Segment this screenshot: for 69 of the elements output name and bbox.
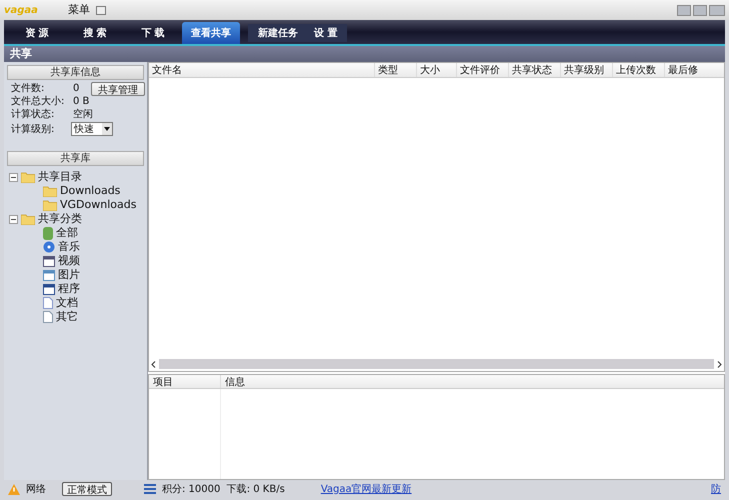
folder-icon xyxy=(43,186,57,196)
tree-item[interactable]: 共享目录 xyxy=(38,168,82,186)
tree-item[interactable]: 图片 xyxy=(58,266,80,284)
tree-item[interactable]: VGDownloads xyxy=(60,196,136,214)
menu-icon[interactable] xyxy=(96,6,106,14)
logo: vagaa xyxy=(4,4,38,18)
list-icon xyxy=(144,484,156,494)
action-button[interactable]: 设 置 xyxy=(314,26,338,40)
column-header[interactable]: 文件评价 xyxy=(457,63,509,77)
tree-item[interactable]: 视频 xyxy=(58,252,80,270)
info-label: 文件总大小: xyxy=(11,94,66,108)
info-label: 计算状态: xyxy=(11,108,56,122)
info-value: 0 xyxy=(73,82,80,96)
scroll-left-icon[interactable] xyxy=(151,360,156,368)
horizontal-scrollbar[interactable] xyxy=(149,357,724,371)
mode-button[interactable]: 正常模式 xyxy=(62,482,112,496)
folder-icon xyxy=(21,172,35,182)
folder-icon xyxy=(21,214,35,224)
warning-icon xyxy=(8,484,20,494)
tree-item[interactable]: 程序 xyxy=(58,280,80,298)
action-button[interactable]: 新建任务 xyxy=(258,26,298,40)
column-header[interactable]: 共享状态 xyxy=(509,63,561,77)
column-header[interactable]: 类型 xyxy=(375,63,417,77)
window-icon xyxy=(43,284,55,294)
tree-item[interactable]: 共享分类 xyxy=(38,210,82,228)
column-header[interactable]: 信息 xyxy=(221,375,724,388)
column-header[interactable]: 项目 xyxy=(149,375,221,388)
tree-item[interactable]: 音乐 xyxy=(58,238,80,256)
menu-button[interactable]: 菜单 xyxy=(68,2,90,18)
section-header: 共享库 xyxy=(7,151,144,166)
share-manage-button[interactable]: 共享管理 xyxy=(91,82,145,96)
expander-icon[interactable] xyxy=(9,214,18,224)
info-value: 空闲 xyxy=(73,108,93,122)
tag-icon xyxy=(43,226,53,240)
level-dropdown[interactable]: 快速 xyxy=(71,122,113,136)
info-label: 计算级别: xyxy=(11,122,56,136)
tab[interactable]: 搜 索 xyxy=(66,22,124,44)
disc-icon xyxy=(43,241,55,253)
tree-item[interactable]: 其它 xyxy=(56,308,78,326)
update-link[interactable]: Vagaa官网最新更新 xyxy=(320,482,412,496)
column-header[interactable]: 大小 xyxy=(417,63,457,77)
expander-icon[interactable] xyxy=(9,172,18,182)
stats-text: 积分: 10000 下载: 0 KB/s xyxy=(162,482,285,496)
page-title: 共享 xyxy=(10,46,32,62)
dropdown-arrow-icon xyxy=(104,127,110,131)
tab[interactable]: 资 源 xyxy=(8,22,66,44)
film-icon xyxy=(43,256,55,266)
info-value: 0 B xyxy=(73,95,90,108)
column-header[interactable]: 最后修 xyxy=(665,63,724,77)
document-icon xyxy=(43,297,53,309)
close-icon[interactable] xyxy=(709,4,725,16)
minimize-icon[interactable] xyxy=(677,4,691,16)
picture-icon xyxy=(43,270,55,280)
section-header: 共享库信息 xyxy=(7,65,144,80)
tree-item[interactable]: 文档 xyxy=(56,294,78,312)
status-link[interactable]: 防 xyxy=(711,482,721,496)
column-header[interactable]: 上传次数 xyxy=(613,63,665,77)
tab[interactable]: 查看共享 xyxy=(182,22,240,44)
scroll-right-icon[interactable] xyxy=(717,360,722,368)
maximize-icon[interactable] xyxy=(693,4,707,16)
tree-item[interactable]: 全部 xyxy=(56,224,78,242)
tab[interactable]: 下 载 xyxy=(124,22,182,44)
document-icon xyxy=(43,311,53,323)
info-label: 文件数: xyxy=(11,82,46,96)
folder-icon xyxy=(43,200,57,210)
column-header[interactable]: 共享级别 xyxy=(561,63,613,77)
tree-item[interactable]: Downloads xyxy=(60,182,120,200)
network-status: 网络 xyxy=(26,482,46,496)
column-header[interactable]: 文件名 xyxy=(149,63,375,77)
